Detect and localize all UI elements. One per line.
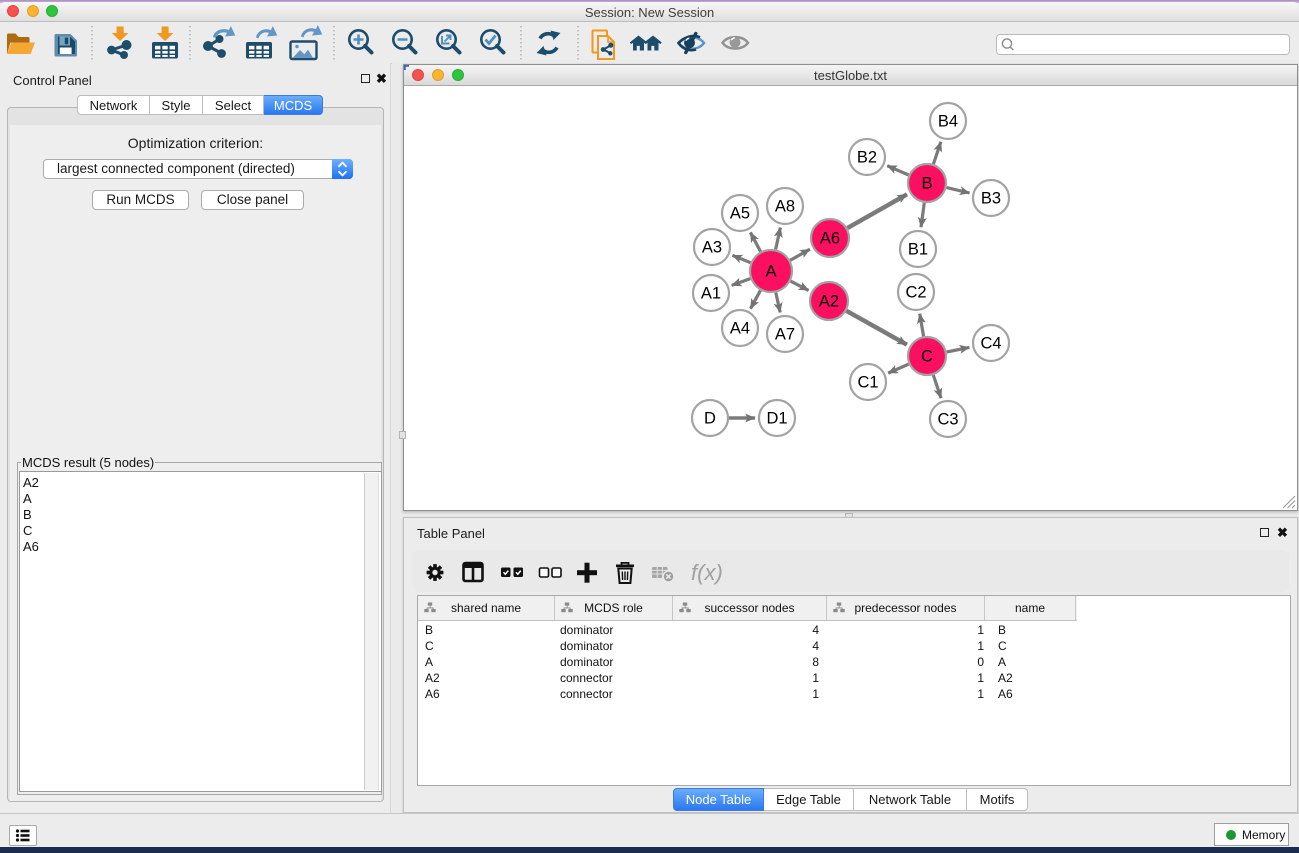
svg-text:B4: B4: [938, 113, 958, 131]
svg-text:C4: C4: [980, 335, 1001, 353]
svg-text:A5: A5: [730, 205, 750, 223]
svg-text:A1: A1: [701, 285, 721, 303]
svg-text:A4: A4: [730, 320, 750, 338]
svg-text:B: B: [921, 175, 932, 193]
svg-text:C2: C2: [905, 284, 926, 302]
svg-text:B3: B3: [981, 190, 1001, 208]
svg-text:A7: A7: [775, 326, 795, 344]
svg-text:A6: A6: [820, 230, 840, 248]
svg-text:C: C: [921, 348, 933, 366]
svg-text:A2: A2: [819, 293, 839, 311]
svg-text:B2: B2: [857, 149, 877, 167]
svg-text:A3: A3: [702, 239, 722, 257]
svg-text:f(x): f(x): [691, 560, 723, 585]
svg-text:C1: C1: [857, 374, 878, 392]
svg-text:A8: A8: [775, 198, 795, 216]
svg-text:C3: C3: [937, 411, 958, 429]
svg-text:D: D: [704, 410, 716, 428]
svg-text:A: A: [765, 263, 776, 281]
svg-text:D1: D1: [766, 410, 787, 428]
svg-text:B1: B1: [908, 241, 928, 259]
